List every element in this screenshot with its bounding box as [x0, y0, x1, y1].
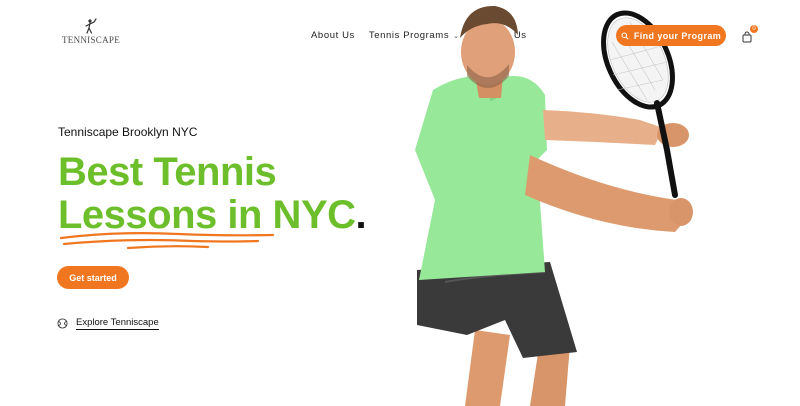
- tennis-player-logo-icon: [85, 18, 97, 34]
- find-your-program-label: Find your Program: [633, 30, 722, 41]
- tennis-player-image: [415, 5, 693, 406]
- hero-eyebrow: Tenniscape Brooklyn NYC: [58, 125, 198, 139]
- hero-title-dot: .: [355, 193, 367, 237]
- search-program-icon: [621, 32, 629, 40]
- nav-item-about-us[interactable]: About Us: [311, 30, 355, 41]
- hero-title-line-1: Best Tennis: [58, 150, 277, 194]
- site-logo[interactable]: TENNISCAPE: [60, 18, 122, 48]
- find-your-program-button[interactable]: Find your Program: [616, 25, 726, 46]
- shopping-bag-icon: [742, 31, 752, 43]
- get-started-button[interactable]: Get started: [57, 266, 129, 289]
- cart-count-badge: 0: [750, 25, 758, 33]
- hero-title: Best Tennis Lessons in NYC.: [58, 150, 367, 237]
- explore-tenniscape-link[interactable]: Explore Tenniscape: [57, 317, 159, 330]
- explore-tenniscape-label: Explore Tenniscape: [76, 317, 159, 330]
- tennis-ball-icon: [57, 318, 68, 329]
- title-underline-squiggle: [59, 232, 275, 250]
- cart-button[interactable]: 0: [741, 25, 758, 43]
- logo-wordmark: TENNISCAPE: [61, 35, 120, 45]
